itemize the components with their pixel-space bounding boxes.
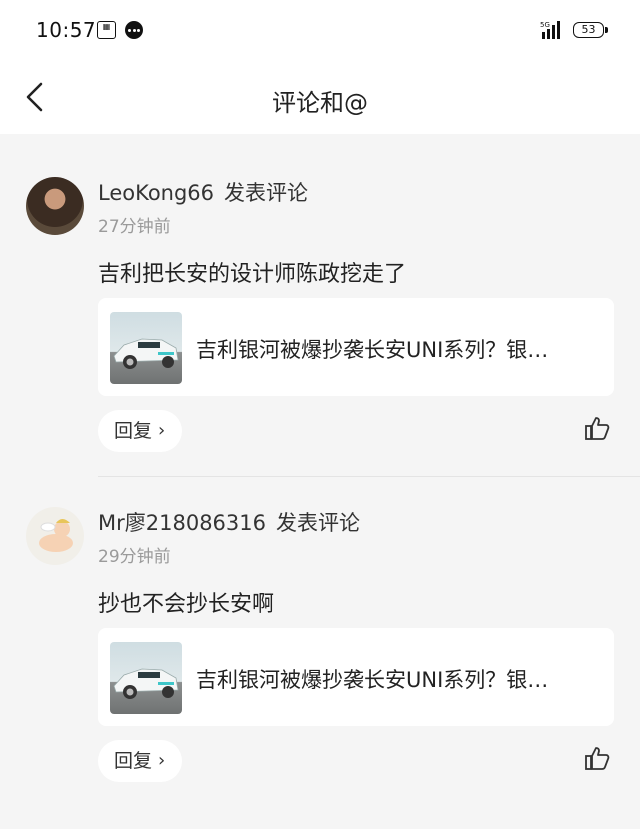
username[interactable]: LeoKong66 <box>98 181 214 205</box>
app-notification-icon: ▦ <box>97 21 116 39</box>
comment-timestamp: 29分钟前 <box>98 547 171 567</box>
avatar[interactable] <box>26 177 84 235</box>
article-card[interactable]: 吉利银河被爆抄袭长安UNI系列？银… <box>98 628 614 726</box>
car-icon <box>113 338 179 369</box>
thumbs-up-icon[interactable] <box>584 745 610 771</box>
network-type-label: 5G <box>540 21 550 29</box>
divider <box>98 476 640 477</box>
page-title: 评论和@ <box>272 89 368 117</box>
signal-icon: 5G <box>540 21 560 39</box>
chevron-right-icon: › <box>158 420 166 441</box>
comment-timestamp: 27分钟前 <box>98 217 171 237</box>
status-bar: 10:57 ▦ 5G 53 <box>0 0 640 62</box>
chevron-right-icon: › <box>158 750 166 771</box>
comment-text: 抄也不会抄长安啊 <box>98 592 275 617</box>
username[interactable]: Mr廖218086316 <box>98 511 266 535</box>
nav-bar: 评论和@ <box>0 62 640 134</box>
comment-action-label: 发表评论 <box>224 181 309 205</box>
clock: 10:57 <box>36 18 97 42</box>
article-thumbnail <box>110 312 182 384</box>
comment-action-label: 发表评论 <box>276 511 360 535</box>
battery-indicator: 53 <box>573 22 608 38</box>
message-notification-icon <box>125 21 143 39</box>
article-card[interactable]: 吉利银河被爆抄袭长安UNI系列？银… <box>98 298 614 396</box>
reply-label: 回复 <box>114 750 153 772</box>
article-title: 吉利银河被爆抄袭长安UNI系列？银… <box>196 668 549 692</box>
article-thumbnail <box>110 642 182 714</box>
comment-text: 吉利把长安的设计师陈政挖走了 <box>98 262 407 287</box>
reply-button[interactable]: 回复 › <box>98 410 182 452</box>
article-title: 吉利银河被爆抄袭长安UNI系列？银… <box>196 338 549 362</box>
thumbs-up-icon[interactable] <box>584 415 610 441</box>
reply-label: 回复 <box>114 420 153 442</box>
cupid-avatar-icon <box>39 519 73 552</box>
reply-button[interactable]: 回复 › <box>98 740 182 782</box>
car-icon <box>113 668 179 699</box>
avatar[interactable] <box>26 507 84 565</box>
